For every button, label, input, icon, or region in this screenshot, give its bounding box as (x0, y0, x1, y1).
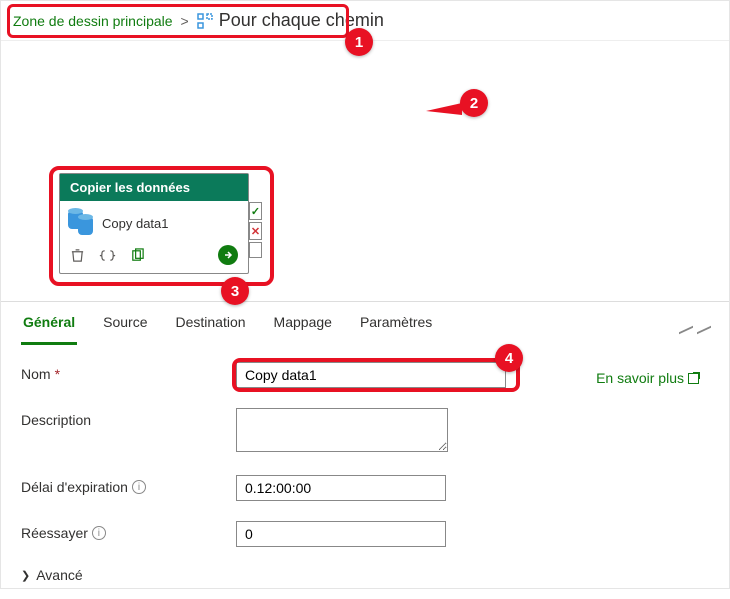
retry-field-label: Réessayer (21, 525, 88, 541)
success-connector-icon[interactable]: ✓ (249, 202, 262, 220)
activity-name-label: Copy data1 (102, 216, 169, 231)
name-field-label: Nom (21, 366, 51, 382)
activity-connectors: ✓ ✕ (249, 202, 262, 258)
delete-icon[interactable] (70, 248, 85, 263)
info-icon[interactable]: i (92, 526, 106, 540)
timeout-field-label: Délai d'expiration (21, 479, 128, 495)
advanced-expander[interactable]: ❯ Avancé (21, 567, 709, 583)
activity-header: Copier les données (60, 174, 248, 201)
failure-connector-icon[interactable]: ✕ (249, 222, 262, 240)
copy-data-activity-card[interactable]: Copier les données Copy data1 ✓ ✕ (59, 173, 249, 274)
tab-mapping[interactable]: Mappage (272, 302, 334, 345)
clone-icon[interactable] (130, 248, 145, 263)
learn-more-link[interactable]: En savoir plus (596, 370, 699, 386)
required-asterisk: * (55, 366, 60, 382)
annotation-pin-4: 4 (495, 344, 523, 372)
tab-destination[interactable]: Destination (174, 302, 248, 345)
completion-connector-icon[interactable] (249, 242, 262, 258)
learn-more-label: En savoir plus (596, 370, 684, 386)
info-icon[interactable]: i (132, 480, 146, 494)
breadcrumb-root-link[interactable]: Zone de dessin principale (13, 13, 173, 29)
advanced-label: Avancé (36, 567, 82, 583)
annotation-pin-3: 3 (221, 277, 249, 305)
copy-data-icon (68, 211, 94, 235)
tab-settings[interactable]: Paramètres (358, 302, 434, 345)
name-field[interactable] (236, 362, 506, 388)
retry-field[interactable] (236, 521, 446, 547)
code-icon[interactable] (99, 248, 116, 263)
breadcrumb-separator: > (181, 13, 189, 29)
external-link-icon (688, 373, 699, 384)
run-arrow-icon[interactable] (218, 245, 238, 265)
chevron-right-icon: ❯ (21, 569, 30, 582)
tab-general[interactable]: Général (21, 302, 77, 345)
foreach-icon (197, 13, 213, 29)
description-field-label: Description (21, 412, 91, 428)
canvas-area[interactable]: Copier les données Copy data1 ✓ ✕ (1, 41, 729, 301)
timeout-field[interactable] (236, 475, 446, 501)
tab-source[interactable]: Source (101, 302, 149, 345)
annotation-pin-1: 1 (345, 28, 373, 56)
description-field[interactable] (236, 408, 448, 452)
properties-tabs: Général Source Destination Mappage Param… (1, 301, 729, 346)
annotation-pin-2: 2 (460, 89, 488, 117)
panel-resize-handle[interactable] (671, 329, 711, 337)
